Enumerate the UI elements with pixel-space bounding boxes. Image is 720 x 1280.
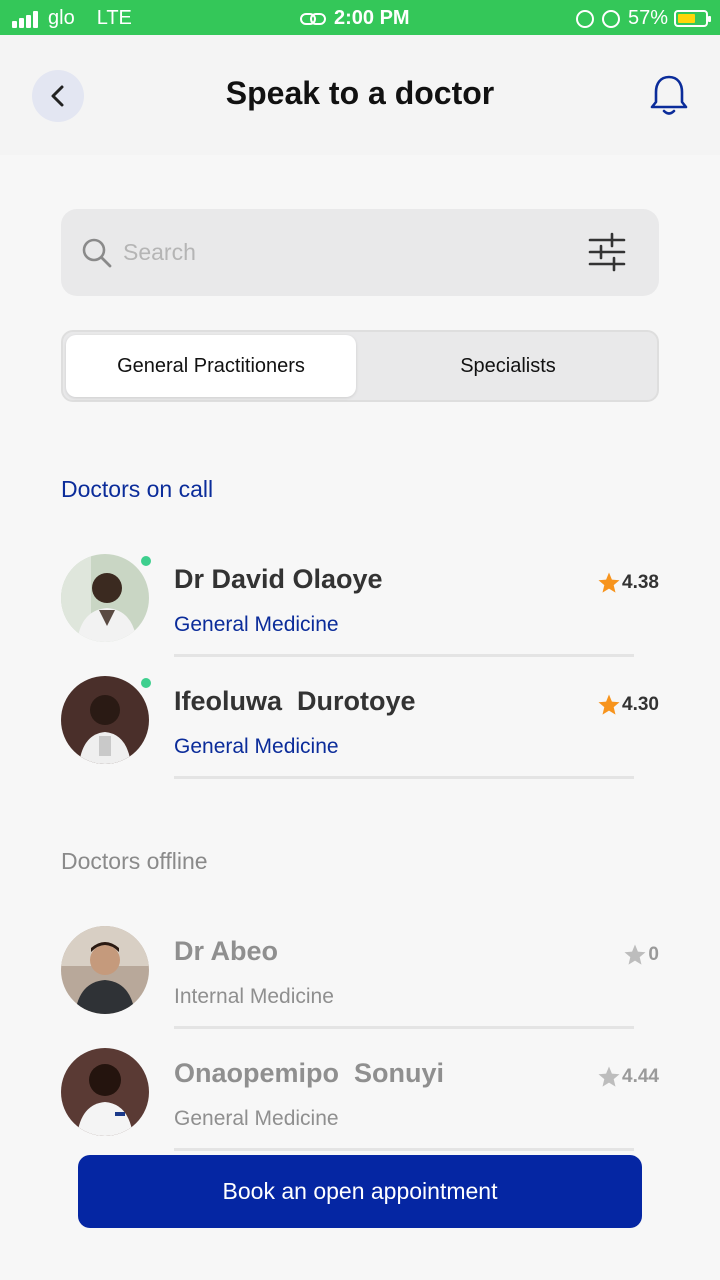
notifications-button[interactable] (648, 73, 690, 117)
doctor-name: Ifeoluwa Durotoye (174, 686, 416, 716)
doctor-row[interactable]: Dr Abeo Internal Medicine 0 (61, 926, 659, 1036)
row-divider (174, 654, 634, 657)
star-icon (598, 1066, 620, 1087)
doctor-row[interactable]: Onaopemipo Sonuyi General Medicine 4.44 (61, 1048, 659, 1158)
link-icon (300, 12, 326, 25)
alarm-icon (601, 9, 620, 28)
practitioner-tabs: General Practitioners Specialists (61, 330, 659, 402)
page-title: Speak to a doctor (225, 75, 495, 111)
doctor-name: Onaopemipo Sonuyi (174, 1058, 445, 1088)
rating-value: 0 (648, 944, 659, 965)
carrier-label: glo (48, 7, 75, 29)
section-title-offline: Doctors offline (61, 848, 208, 874)
row-divider (174, 1148, 634, 1151)
avatar (61, 676, 149, 764)
star-icon (598, 694, 620, 715)
status-center: 2:00 PM (300, 7, 410, 30)
app-header: Speak to a doctor (0, 35, 720, 155)
doctor-name: Dr David Olaoye (174, 564, 383, 594)
doctor-specialty: General Medicine (174, 735, 339, 758)
tab-general-practitioners[interactable]: General Practitioners (66, 335, 356, 397)
rating-value: 4.38 (622, 572, 659, 593)
avatar (61, 554, 149, 642)
doctor-rating: 4.30 (597, 693, 659, 717)
sliders-icon (588, 232, 626, 272)
avatar (61, 1048, 149, 1136)
tab-specialists[interactable]: Specialists (363, 335, 653, 397)
rating-value: 4.44 (622, 1066, 659, 1087)
filter-button[interactable] (586, 231, 628, 273)
doctor-rating: 4.38 (597, 571, 659, 595)
search-icon (82, 238, 112, 268)
doctor-rating: 4.44 (597, 1065, 659, 1089)
row-divider (174, 1026, 634, 1029)
online-status-dot (139, 676, 153, 690)
doctor-name: Dr Abeo (174, 936, 279, 966)
signal-icon (12, 10, 40, 28)
doctor-row[interactable]: Ifeoluwa Durotoye General Medicine 4.30 (61, 676, 659, 786)
row-divider (174, 776, 634, 779)
rotation-lock-icon (575, 9, 594, 28)
doctor-specialty: Internal Medicine (174, 985, 334, 1008)
doctor-specialty: General Medicine (174, 613, 339, 636)
battery-percent: 57% (627, 7, 668, 29)
search-bar (61, 209, 659, 296)
online-status-dot (139, 554, 153, 568)
doctor-row[interactable]: Dr David Olaoye General Medicine 4.38 (61, 554, 659, 664)
star-icon (598, 572, 620, 593)
section-title-on-call: Doctors on call (61, 476, 214, 502)
search-input[interactable] (123, 229, 563, 275)
book-appointment-button[interactable]: Book an open appointment (78, 1155, 642, 1228)
network-label: LTE (96, 7, 132, 29)
doctor-specialty: General Medicine (174, 1107, 339, 1130)
clock-label: 2:00 PM (334, 7, 410, 29)
status-left: glo LTE (12, 7, 132, 30)
avatar (61, 926, 149, 1014)
status-right: 57% (575, 7, 711, 30)
doctor-rating: 0 (623, 943, 659, 967)
rating-value: 4.30 (622, 694, 659, 715)
status-bar: glo LTE 2:00 PM 57% (0, 0, 720, 35)
battery-icon (674, 10, 711, 27)
star-icon (624, 944, 646, 965)
bell-icon (650, 75, 688, 115)
